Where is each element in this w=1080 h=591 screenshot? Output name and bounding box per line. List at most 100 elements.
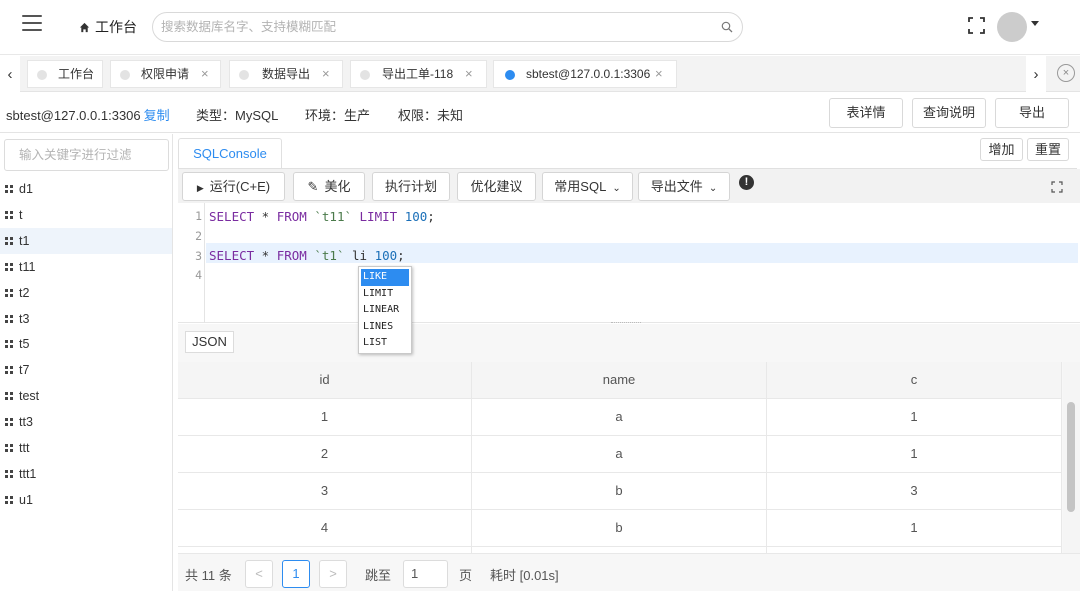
- table-details-button[interactable]: 表详情: [829, 98, 903, 128]
- tab-permission-request[interactable]: 权限申请 ×: [110, 60, 221, 88]
- fullscreen-icon[interactable]: [968, 17, 985, 34]
- table-item[interactable]: tt3: [0, 409, 172, 435]
- jump-page-input[interactable]: 1: [403, 560, 448, 588]
- connection-info: sbtest@127.0.0.1:3306 复制: [6, 105, 170, 124]
- tab-close-icon[interactable]: ×: [465, 61, 473, 87]
- beautify-button[interactable]: ✎ 美化: [293, 172, 365, 201]
- table-item[interactable]: t3: [0, 306, 172, 332]
- column-header-c[interactable]: c: [767, 362, 1062, 399]
- table-item-label: t: [19, 207, 23, 222]
- results-scrollbar-thumb[interactable]: [1067, 402, 1075, 512]
- current-page[interactable]: 1: [282, 560, 310, 588]
- tabs-scroll-left-icon[interactable]: ‹: [0, 56, 20, 92]
- line-number: 3: [195, 249, 202, 263]
- table-item-label: u1: [19, 492, 33, 507]
- table-item[interactable]: t: [0, 202, 172, 228]
- optimize-advice-button[interactable]: 优化建议: [457, 172, 536, 201]
- table-item[interactable]: t1: [0, 227, 172, 254]
- home-link[interactable]: 工作台: [79, 17, 137, 37]
- brush-icon: ✎: [307, 179, 319, 194]
- table-item-label: t1: [19, 233, 30, 248]
- query-help-button[interactable]: 查询说明: [912, 98, 986, 128]
- tab-close-icon[interactable]: ×: [655, 61, 663, 87]
- line-number: 4: [195, 268, 202, 282]
- table-icon: [5, 366, 14, 375]
- tab-export-ticket[interactable]: 导出工单-118 ×: [350, 60, 487, 88]
- column-header-id[interactable]: id: [178, 362, 472, 399]
- table-item[interactable]: ttt1: [0, 461, 172, 487]
- table-icon: [5, 288, 14, 297]
- tab-label: 工作台: [58, 67, 95, 81]
- table-item[interactable]: t7: [0, 357, 172, 383]
- search-icon[interactable]: [721, 21, 733, 33]
- table-item[interactable]: t2: [0, 280, 172, 306]
- column-header-name[interactable]: name: [472, 362, 767, 399]
- table-item-label: d1: [19, 182, 33, 196]
- tab-sbtest-console[interactable]: sbtest@127.0.0.1:3306 ×: [493, 60, 677, 88]
- connection-name: sbtest@127.0.0.1:3306: [6, 108, 141, 123]
- tab-close-icon[interactable]: ×: [201, 61, 209, 87]
- tabs-scroll-right-icon[interactable]: ›: [1026, 56, 1046, 92]
- tab-active-dot: [505, 70, 515, 80]
- tab-label: sbtest@127.0.0.1:3306: [526, 67, 651, 81]
- tab-workbench[interactable]: 工作台: [27, 60, 103, 88]
- run-button[interactable]: ▶ 运行(C+E): [182, 172, 285, 201]
- export-button[interactable]: 导出: [995, 98, 1069, 128]
- sql-token: ;: [427, 209, 435, 224]
- menu-toggle-icon[interactable]: [22, 15, 42, 31]
- tab-sqlconsole[interactable]: SQLConsole: [178, 138, 282, 169]
- autocomplete-item[interactable]: LIST: [359, 335, 411, 352]
- table-item[interactable]: t5: [0, 331, 172, 357]
- db-permission: 权限：未知: [398, 108, 464, 123]
- home-icon: [79, 22, 90, 32]
- database-search-input[interactable]: 搜索数据库名字、支持模糊匹配: [152, 12, 743, 42]
- table-cell: 3: [767, 473, 1062, 510]
- table-item-label: t5: [19, 337, 30, 352]
- table-icon: [5, 340, 14, 349]
- autocomplete-item[interactable]: LINEAR: [359, 302, 411, 319]
- tab-label: 权限申请: [141, 67, 190, 81]
- json-view-button[interactable]: JSON: [185, 331, 234, 353]
- prev-page-button[interactable]: <: [245, 560, 273, 588]
- autocomplete-item[interactable]: LIKE: [361, 269, 409, 286]
- code-line-1: SELECT * FROM `t11` LIMIT 100;: [209, 209, 435, 224]
- table-cell: 2: [178, 436, 472, 473]
- connection-info-bar: sbtest@127.0.0.1:3306 复制 类型：MySQL 环境：生产 权…: [0, 93, 1080, 133]
- table-cell: a: [472, 436, 767, 473]
- autocomplete-item[interactable]: LINES: [359, 319, 411, 336]
- info-icon[interactable]: !: [739, 175, 754, 190]
- table-icon: [5, 210, 14, 219]
- table-item[interactable]: ttt: [0, 435, 172, 461]
- tab-status-dot: [239, 70, 249, 80]
- common-sql-dropdown[interactable]: 常用SQL ⌄: [542, 172, 633, 201]
- explain-plan-button[interactable]: 执行计划: [372, 172, 450, 201]
- table-cell: a: [472, 399, 767, 436]
- copy-link[interactable]: 复制: [144, 108, 170, 123]
- table-item-label: t3: [19, 311, 30, 326]
- db-type: 类型：MySQL: [196, 108, 279, 123]
- next-page-button[interactable]: >: [319, 560, 347, 588]
- tab-close-icon[interactable]: ×: [322, 61, 330, 87]
- close-all-tabs-icon[interactable]: ×: [1057, 64, 1075, 82]
- table-filter-input[interactable]: 输入关键字进行过滤: [4, 139, 169, 171]
- table-cell: 1: [767, 436, 1062, 473]
- table-item-label: tt3: [19, 415, 33, 430]
- page-label: 页: [459, 568, 473, 583]
- add-console-button[interactable]: 增加: [980, 138, 1023, 161]
- export-file-dropdown[interactable]: 导出文件 ⌄: [638, 172, 730, 201]
- autocomplete-item[interactable]: LIMIT: [359, 286, 411, 303]
- chevron-down-icon: ⌄: [612, 183, 621, 194]
- reset-console-button[interactable]: 重置: [1027, 138, 1069, 161]
- tab-data-export[interactable]: 数据导出 ×: [229, 60, 343, 88]
- table-cell: b: [472, 510, 767, 547]
- table-icon: [5, 392, 14, 401]
- expand-editor-icon[interactable]: [1051, 181, 1063, 193]
- table-item[interactable]: test: [0, 383, 172, 409]
- table-icon: [5, 444, 14, 452]
- table-item[interactable]: u1: [0, 487, 172, 513]
- user-avatar[interactable]: [997, 12, 1027, 42]
- table-item[interactable]: t11: [0, 254, 172, 280]
- user-menu-caret-icon[interactable]: [1031, 21, 1039, 26]
- table-item[interactable]: d1: [0, 176, 172, 202]
- sql-editor[interactable]: 1 2 3 4 SELECT * FROM `t11` LIMIT 100; S…: [178, 203, 1080, 325]
